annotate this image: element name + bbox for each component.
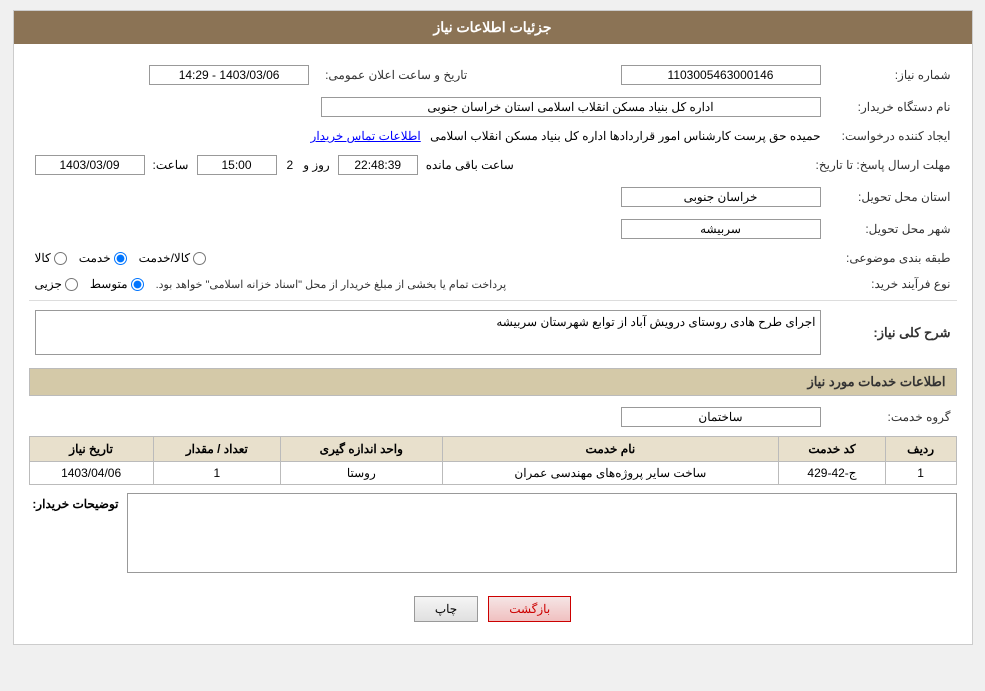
print-button[interactable]: چاپ	[414, 596, 478, 622]
deadline-remaining: 22:48:39	[338, 155, 418, 175]
row-num: 1	[885, 462, 956, 485]
service-group-value: ساختمان	[621, 407, 821, 427]
need-description-label: شرح کلی نیاز:	[827, 307, 957, 358]
creator-label: ایجاد کننده درخواست:	[827, 126, 957, 146]
category-label-kala: کالا	[35, 251, 51, 265]
category-option-kala-khedmat[interactable]: کالا/خدمت	[139, 251, 206, 265]
col-header-code: کد خدمت	[779, 437, 886, 462]
category-option-khedmat[interactable]: خدمت	[79, 251, 127, 265]
service-date: 1403/04/06	[29, 462, 153, 485]
col-header-qty: تعداد / مقدار	[153, 437, 280, 462]
table-row: 1 ج-42-429 ساخت سایر پروژه‌های مهندسی عم…	[29, 462, 956, 485]
deadline-days-value: 2	[287, 158, 294, 172]
city-label: شهر محل تحویل:	[827, 216, 957, 242]
category-radio-khedmat[interactable]	[114, 252, 127, 265]
services-section-title: اطلاعات خدمات مورد نیاز	[29, 368, 957, 396]
city-value: سربیشه	[621, 219, 821, 239]
announcement-number-value: 1103005463000146	[621, 65, 821, 85]
col-header-name: نام خدمت	[442, 437, 779, 462]
need-description-value: اجرای طرح هادی روستای درویش آباد از تواب…	[35, 310, 821, 355]
buyer-notes-textarea[interactable]	[127, 493, 957, 573]
col-header-unit: واحد اندازه گیری	[281, 437, 443, 462]
creator-contact-link[interactable]: اطلاعات تماس خریدار	[311, 129, 421, 143]
col-header-row: ردیف	[885, 437, 956, 462]
creator-value: حمیده حق پرست کارشناس امور قراردادها ادا…	[430, 129, 820, 143]
services-table: ردیف کد خدمت نام خدمت واحد اندازه گیری ت…	[29, 436, 957, 485]
deadline-remaining-label: ساعت باقی مانده	[426, 158, 514, 172]
service-unit: روستا	[281, 462, 443, 485]
purchase-note: پرداخت تمام یا بخشی از مبلغ خریدار از مح…	[156, 278, 507, 291]
province-value: خراسان جنوبی	[621, 187, 821, 207]
purchase-label-jozi: جزیی	[35, 277, 62, 291]
buyer-org-label: نام دستگاه خریدار:	[827, 94, 957, 120]
buyer-org-value: اداره کل بنیاد مسکن انقلاب اسلامی استان …	[321, 97, 821, 117]
deadline-time-label: ساعت:	[153, 158, 189, 172]
category-radio-kala[interactable]	[54, 252, 67, 265]
category-label: طبقه بندی موضوعی:	[827, 248, 957, 268]
category-label-kala-khedmat: کالا/خدمت	[139, 251, 190, 265]
purchase-label-motavasset: متوسط	[90, 277, 128, 291]
service-code: ج-42-429	[779, 462, 886, 485]
buyer-notes-label: توضیحات خریدار:	[29, 493, 119, 511]
purchase-type-label: نوع فرآیند خرید:	[827, 274, 957, 294]
deadline-time: 15:00	[197, 155, 277, 175]
announcement-number-label: شماره نیاز:	[827, 62, 957, 88]
service-qty: 1	[153, 462, 280, 485]
service-group-label: گروه خدمت:	[827, 404, 957, 430]
purchase-option-motavasset[interactable]: متوسط	[90, 277, 144, 291]
category-label-khedmat: خدمت	[79, 251, 111, 265]
back-button[interactable]: بازگشت	[488, 596, 571, 622]
category-radio-kala-khedmat[interactable]	[193, 252, 206, 265]
purchase-option-jozi[interactable]: جزیی	[35, 277, 78, 291]
datetime-value: 1403/03/06 - 14:29	[149, 65, 309, 85]
purchase-radio-motavasset[interactable]	[131, 278, 144, 291]
purchase-radio-jozi[interactable]	[65, 278, 78, 291]
deadline-date: 1403/03/09	[35, 155, 145, 175]
service-name: ساخت سایر پروژه‌های مهندسی عمران	[442, 462, 779, 485]
deadline-label: مهلت ارسال پاسخ: تا تاریخ:	[810, 152, 957, 178]
deadline-days-label: روز و	[303, 158, 330, 172]
datetime-label: تاریخ و ساعت اعلان عمومی:	[315, 62, 473, 88]
category-option-kala[interactable]: کالا	[35, 251, 67, 265]
page-title: جزئیات اطلاعات نیاز	[14, 11, 972, 44]
province-label: استان محل تحویل:	[827, 184, 957, 210]
col-header-date: تاریخ نیاز	[29, 437, 153, 462]
